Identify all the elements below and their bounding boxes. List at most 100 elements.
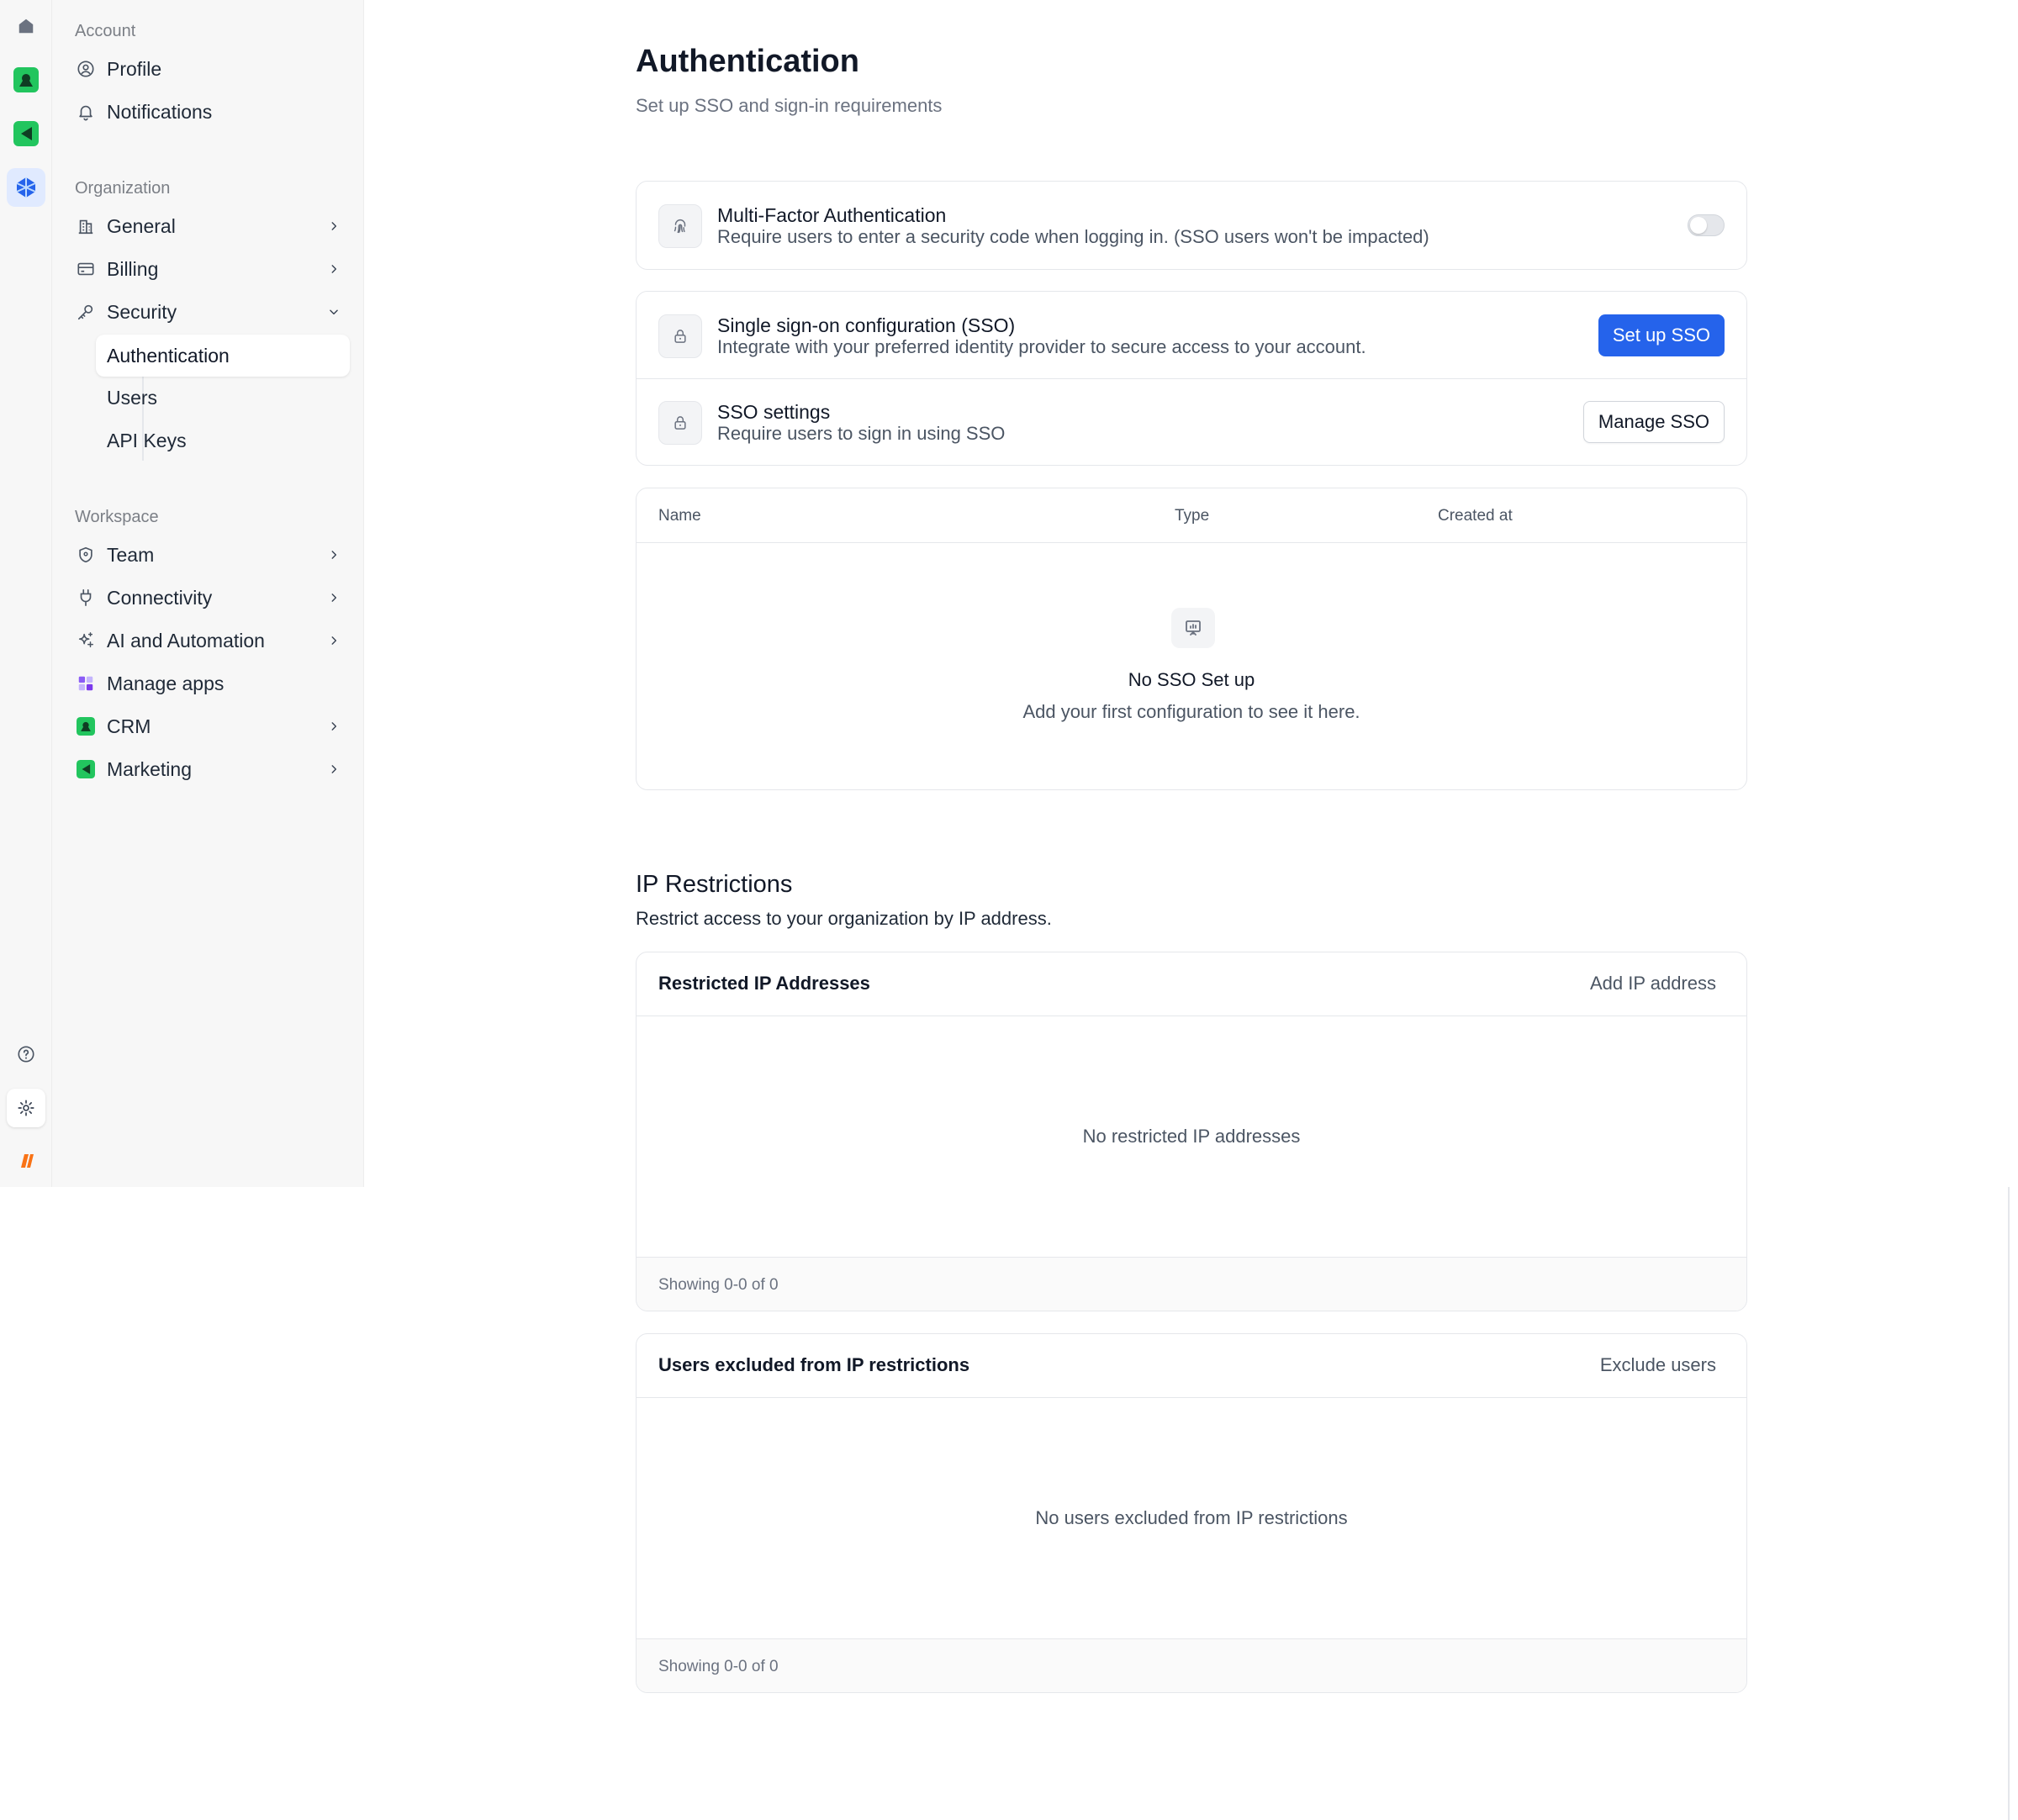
manage-sso-button[interactable]: Manage SSO [1582,401,1725,443]
sparkle-icon [76,630,96,651]
empty-state-title: No SSO Set up [1128,669,1255,690]
mfa-toggle[interactable] [1688,214,1725,236]
brand-logo-icon[interactable] [7,1142,45,1180]
section-label-organization: Organization [75,179,171,198]
sidebar-item-label: Security [107,301,177,323]
chevron-right-icon [324,588,344,608]
sidebar-item-label: General [107,215,176,237]
sidebar-item-connectivity[interactable]: Connectivity [67,578,402,618]
settings-icon[interactable] [7,1089,45,1127]
sso-card: Single sign-on configuration (SSO) Integ… [636,291,1747,466]
shield-icon [76,545,96,565]
sso-settings-description: Require users to sign in using SSO [717,423,1006,444]
sidebar-item-label: Billing [107,258,159,280]
sidebar-item-ai-and-automation[interactable]: AI and Automation [67,620,402,661]
column-header-created-at: Created at [1438,507,1513,525]
sidebar-item-security[interactable]: Security [67,292,402,332]
pagination-summary: Showing 0-0 of 0 [658,1276,779,1294]
divider [637,542,1746,543]
sidebar-subitem-api-keys[interactable]: API Keys [96,419,350,462]
restricted-ip-footer: Showing 0-0 of 0 [637,1257,1746,1311]
settings-sidebar: Account Profile Notifications Organizati… [52,0,364,1187]
marketing-icon [76,759,96,779]
app-rail [0,0,52,1187]
chevron-right-icon [324,759,344,779]
chevron-right-icon [324,716,344,736]
sidebar-item-label: Connectivity [107,587,213,609]
home-icon[interactable] [7,7,45,45]
presentation-chart-icon [1171,608,1215,648]
mfa-description: Require users to enter a security code w… [717,226,1429,247]
restricted-ip-empty: No restricted IP addresses [1082,1126,1301,1147]
section-label-workspace: Workspace [75,508,159,526]
user-circle-icon [76,59,96,79]
sidebar-item-label: API Keys [107,430,187,451]
section-label-account: Account [75,22,136,40]
sidebar-item-crm[interactable]: CRM [67,706,402,746]
excluded-users-empty: No users excluded from IP restrictions [1035,1507,1348,1528]
credit-card-icon [76,259,96,279]
pagination-summary: Showing 0-0 of 0 [658,1658,779,1675]
ip-restrictions-description: Restrict access to your organization by … [636,908,1052,929]
exclude-users-button[interactable]: Exclude users [1600,1354,1716,1376]
sso-table: Name Type Created at No SSO Set up Add y… [636,488,1747,790]
sidebar-item-label: AI and Automation [107,630,265,652]
sidebar-item-marketing[interactable]: Marketing [67,749,402,789]
sso-config-title: Single sign-on configuration (SSO) [717,314,1016,336]
bell-icon [76,102,96,122]
ip-restrictions-heading: IP Restrictions [636,871,793,898]
excluded-users-card: Users excluded from IP restrictions Excl… [636,1333,1747,1693]
restricted-ip-card: Restricted IP Addresses Add IP address N… [636,952,1747,1311]
page-title: Authentication [636,44,859,79]
workspace-app-icon[interactable] [7,168,45,207]
sidebar-item-team[interactable]: Team [67,535,402,575]
crm-icon [76,716,96,736]
sidebar-item-label: Authentication [107,345,230,367]
lock-icon [658,314,702,358]
empty-state-description: Add your first configuration to see it h… [1022,701,1360,722]
marketing-app-icon[interactable] [7,114,45,153]
excluded-users-title: Users excluded from IP restrictions [658,1354,970,1375]
column-header-type: Type [1175,507,1210,525]
chevron-right-icon [324,259,344,279]
sidebar-subitem-users[interactable]: Users [96,377,350,419]
column-header-name: Name [658,507,701,525]
page-scrollbar[interactable] [2008,1187,2010,1820]
mfa-card: Multi-Factor Authentication Require user… [636,181,1747,270]
sidebar-item-label: Profile [107,58,162,80]
chevron-right-icon [324,216,344,236]
set-up-sso-button[interactable]: Set up SSO [1598,314,1725,356]
sso-settings-title: SSO settings [717,401,831,423]
divider [637,1397,1746,1398]
sidebar-item-label: Notifications [107,101,213,123]
sidebar-item-billing[interactable]: Billing [67,249,402,289]
sidebar-item-notifications[interactable]: Notifications [67,92,402,132]
sidebar-item-label: Team [107,544,155,566]
toggle-knob [1690,217,1707,234]
building-icon [76,216,96,236]
sidebar-subitem-authentication[interactable]: Authentication [96,335,350,377]
sidebar-item-profile[interactable]: Profile [67,49,402,89]
mfa-title: Multi-Factor Authentication [717,204,947,226]
chevron-right-icon [324,630,344,651]
page-subtitle: Set up SSO and sign-in requirements [636,95,943,116]
sidebar-item-general[interactable]: General [67,206,402,246]
sidebar-item-label: CRM [107,715,151,737]
add-ip-address-button[interactable]: Add IP address [1590,973,1716,994]
sidebar-item-label: Marketing [107,758,192,780]
sidebar-item-label: Manage apps [107,673,225,694]
excluded-users-footer: Showing 0-0 of 0 [637,1638,1746,1692]
apps-icon [76,673,96,694]
plug-icon [76,588,96,608]
chevron-right-icon [324,545,344,565]
crm-app-icon[interactable] [7,61,45,99]
help-icon[interactable] [7,1035,45,1074]
sidebar-item-manage-apps[interactable]: Manage apps [67,663,402,704]
sidebar-item-label: Users [107,387,158,409]
chevron-down-icon [324,302,344,322]
fingerprint-icon [658,204,702,248]
key-icon [76,302,96,322]
restricted-ip-title: Restricted IP Addresses [658,973,870,994]
divider [637,378,1746,379]
lock-icon [658,401,702,445]
